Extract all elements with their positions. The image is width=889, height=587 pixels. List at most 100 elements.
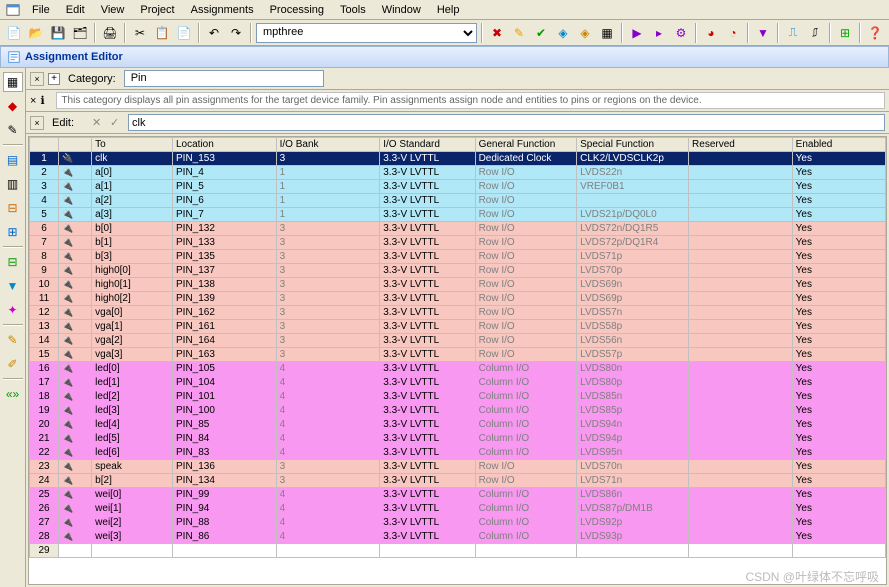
col-header[interactable] <box>30 138 59 152</box>
cell[interactable] <box>689 362 793 376</box>
cell[interactable]: led[6] <box>92 446 173 460</box>
cell[interactable] <box>689 152 793 166</box>
wave2-button[interactable]: ⎎ <box>805 23 825 43</box>
timer2-button[interactable]: ◔ <box>723 23 743 43</box>
cell[interactable] <box>689 348 793 362</box>
cell[interactable]: Yes <box>792 488 885 502</box>
cell[interactable]: vga[0] <box>92 306 173 320</box>
cell[interactable]: a[3] <box>92 208 173 222</box>
cell[interactable]: PIN_104 <box>173 376 277 390</box>
cell[interactable]: Column I/O <box>475 390 577 404</box>
cell[interactable] <box>689 432 793 446</box>
cell[interactable] <box>689 502 793 516</box>
assignment-table[interactable]: ToLocationI/O BankI/O StandardGeneral Fu… <box>29 137 886 558</box>
play-gear-button[interactable]: ⚙ <box>671 23 691 43</box>
cell[interactable]: 🔌 <box>59 320 92 334</box>
cell[interactable]: 🔌 <box>59 292 92 306</box>
table-row[interactable]: 11🔌high0[2]PIN_13933.3-V LVTTLRow I/OLVD… <box>30 292 886 306</box>
cell[interactable] <box>689 208 793 222</box>
table-row[interactable]: 12🔌vga[0]PIN_16233.3-V LVTTLRow I/OLVDS5… <box>30 306 886 320</box>
cell[interactable]: PIN_134 <box>173 474 277 488</box>
cell[interactable]: 4 <box>276 376 380 390</box>
cell[interactable]: 1 <box>276 166 380 180</box>
table-row[interactable]: 18🔌led[2]PIN_10143.3-V LVTTLColumn I/OLV… <box>30 390 886 404</box>
tool-node-icon[interactable]: ◆ <box>3 96 23 116</box>
cell[interactable]: 3 <box>276 278 380 292</box>
col-header[interactable]: I/O Bank <box>276 138 380 152</box>
play2-button[interactable]: ▸ <box>649 23 669 43</box>
cell[interactable]: 1 <box>276 208 380 222</box>
cell[interactable]: Yes <box>792 208 885 222</box>
cell[interactable]: Yes <box>792 502 885 516</box>
cell[interactable]: LVDS71p <box>577 250 689 264</box>
table-row[interactable]: 19🔌led[3]PIN_10043.3-V LVTTLColumn I/OLV… <box>30 404 886 418</box>
cell[interactable] <box>689 418 793 432</box>
cell[interactable]: 4 <box>276 404 380 418</box>
cell[interactable]: 4 <box>276 488 380 502</box>
cell[interactable]: LVDS94p <box>577 432 689 446</box>
cell[interactable]: 19 <box>30 404 59 418</box>
cell[interactable] <box>689 194 793 208</box>
save-all-button[interactable]: 🗂 <box>70 23 90 43</box>
cell[interactable]: led[3] <box>92 404 173 418</box>
tool-grid-icon[interactable]: ▦ <box>3 72 23 92</box>
tool-view1-icon[interactable]: ▤ <box>3 150 23 170</box>
cell[interactable]: 🔌 <box>59 278 92 292</box>
cell[interactable]: PIN_4 <box>173 166 277 180</box>
cell[interactable]: led[5] <box>92 432 173 446</box>
cell[interactable]: PIN_88 <box>173 516 277 530</box>
cell[interactable]: 27 <box>30 516 59 530</box>
tool-filter-icon[interactable]: ▼ <box>3 276 23 296</box>
cell[interactable]: 20 <box>30 418 59 432</box>
cell[interactable]: Row I/O <box>475 334 577 348</box>
cell[interactable]: 15 <box>30 348 59 362</box>
playdown-button[interactable]: ▼ <box>753 23 773 43</box>
chip-button[interactable]: ▦ <box>597 23 617 43</box>
menu-tools[interactable]: Tools <box>332 2 374 18</box>
cell[interactable] <box>689 236 793 250</box>
cell[interactable]: 🔌 <box>59 250 92 264</box>
cell[interactable]: 3.3-V LVTTL <box>380 488 475 502</box>
menu-file[interactable]: File <box>24 2 58 18</box>
cell[interactable]: Column I/O <box>475 432 577 446</box>
col-header[interactable]: Location <box>173 138 277 152</box>
cell[interactable]: PIN_101 <box>173 390 277 404</box>
cell[interactable]: high0[0] <box>92 264 173 278</box>
cell[interactable]: PIN_163 <box>173 348 277 362</box>
menu-assignments[interactable]: Assignments <box>183 2 262 18</box>
table-row[interactable]: 10🔌high0[1]PIN_13833.3-V LVTTLRow I/OLVD… <box>30 278 886 292</box>
cell[interactable]: Yes <box>792 166 885 180</box>
cell[interactable]: 5 <box>30 208 59 222</box>
cell[interactable]: 🔌 <box>59 488 92 502</box>
cell[interactable]: Row I/O <box>475 208 577 222</box>
category-value[interactable]: Pin <box>124 70 324 87</box>
pencil-button[interactable]: ✎ <box>509 23 529 43</box>
cell[interactable]: Row I/O <box>475 474 577 488</box>
cell[interactable]: LVDS95n <box>577 446 689 460</box>
cell[interactable]: 3.3-V LVTTL <box>380 194 475 208</box>
cell[interactable]: 🔌 <box>59 432 92 446</box>
cell[interactable]: PIN_7 <box>173 208 277 222</box>
cell[interactable]: 🔌 <box>59 376 92 390</box>
cell[interactable]: PIN_83 <box>173 446 277 460</box>
cell[interactable]: 3 <box>276 264 380 278</box>
cell[interactable]: Yes <box>792 306 885 320</box>
cell[interactable]: LVDS85p <box>577 404 689 418</box>
cell[interactable]: PIN_133 <box>173 236 277 250</box>
tool-view3-icon[interactable]: ⊟ <box>3 198 23 218</box>
tool-brush-icon[interactable]: ✎ <box>3 330 23 350</box>
cell[interactable]: Yes <box>792 278 885 292</box>
cell[interactable]: Yes <box>792 236 885 250</box>
edit-input[interactable] <box>128 114 885 131</box>
col-header[interactable]: Special Function <box>577 138 689 152</box>
cell[interactable] <box>689 334 793 348</box>
tool-brush2-icon[interactable]: ✐ <box>3 354 23 374</box>
cell[interactable]: vga[2] <box>92 334 173 348</box>
cell[interactable]: 3.3-V LVTTL <box>380 516 475 530</box>
cancel-edit-icon[interactable]: ✕ <box>92 116 106 130</box>
cell[interactable]: 3.3-V LVTTL <box>380 418 475 432</box>
cell[interactable]: Row I/O <box>475 222 577 236</box>
cell[interactable]: 6 <box>30 222 59 236</box>
cell[interactable]: LVDS87p/DM1B <box>577 502 689 516</box>
cell[interactable]: 4 <box>276 502 380 516</box>
